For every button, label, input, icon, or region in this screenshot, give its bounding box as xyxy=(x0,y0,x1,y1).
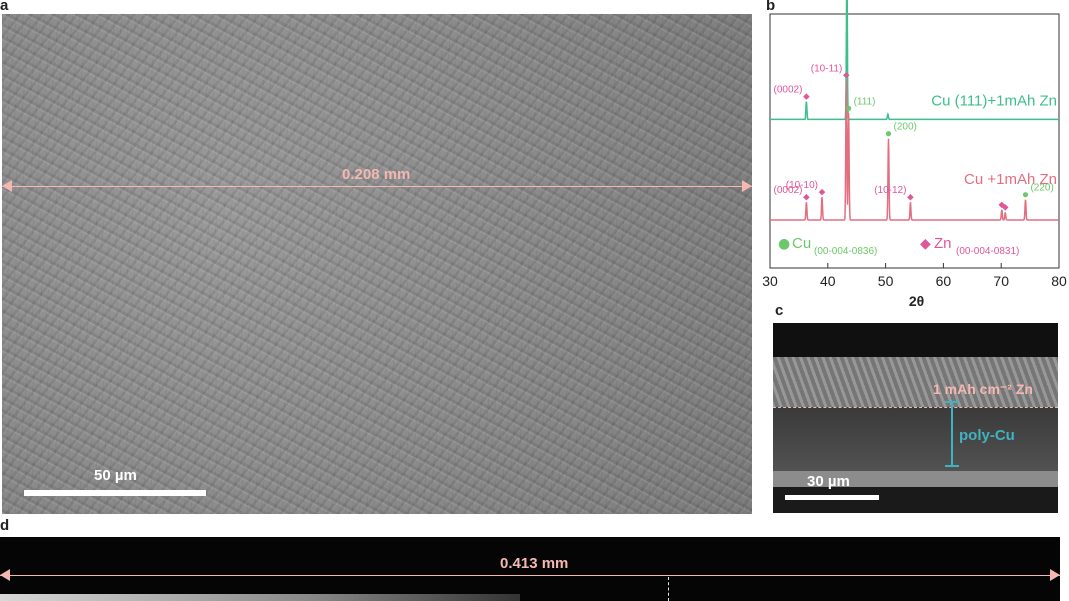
background-bottom xyxy=(773,487,1058,513)
panel-a-letter: a xyxy=(0,0,9,14)
legend-ref: (00-004-0831) xyxy=(956,246,1019,257)
series-name-label: Cu (111)+1mAh Zn xyxy=(931,92,1057,109)
peak-label: (10-10) xyxy=(786,180,818,191)
zn-peak-marker-icon xyxy=(803,193,810,201)
thickness-bar xyxy=(951,401,953,467)
cu-peak-marker-icon xyxy=(1022,192,1029,198)
x-tick-label: 80 xyxy=(1051,273,1067,289)
peak-label: (0002) xyxy=(774,85,803,96)
legend-ref: (00-004-0836) xyxy=(814,246,877,257)
legend-symbol-icon: ● xyxy=(778,236,790,252)
thickness-cap-top xyxy=(945,401,959,403)
measurement-line xyxy=(0,575,1060,576)
x-tick-label: 60 xyxy=(936,273,952,289)
peak-label: (111) xyxy=(854,96,876,107)
legend-name: Zn xyxy=(934,235,952,252)
scale-bar-label: 50 µm xyxy=(94,467,137,484)
x-tick-label: 30 xyxy=(762,273,778,289)
cu-layer xyxy=(773,407,1058,479)
arrow-right-icon xyxy=(1050,569,1060,581)
sem-image-wide: 0.413 mm xyxy=(0,537,1060,601)
cu-peak-marker-icon xyxy=(885,131,892,137)
measurement-line xyxy=(2,186,752,187)
xrd-chart: 30 40 50 60 70 80 2θ Cu (111)+1mAh Zn (0002) (111… xyxy=(762,0,1067,309)
arrow-left-icon xyxy=(2,180,12,192)
legend-name: Cu xyxy=(792,235,811,252)
cu-layer-label: poly-Cu xyxy=(959,427,1015,444)
x-axis-label: 2θ xyxy=(909,293,924,309)
zn-peak-marker-icon xyxy=(818,188,826,196)
legend-symbol-icon: ◆ xyxy=(920,236,931,252)
x-tick-label: 40 xyxy=(820,273,836,289)
plot-frame xyxy=(769,13,1060,269)
scale-bar-label: 30 µm xyxy=(807,473,850,490)
measurement-label: 0.208 mm xyxy=(342,166,411,183)
x-tick-label: 50 xyxy=(878,273,894,289)
sem-image-cross-section: 1 mAh cm⁻² Zn poly-Cu 30 µm xyxy=(773,323,1058,513)
arrow-left-icon xyxy=(0,569,10,581)
scale-bar xyxy=(785,495,879,500)
background-region xyxy=(773,323,1058,361)
thickness-cap-bottom xyxy=(945,465,959,467)
peak-label: (10-12) xyxy=(874,185,906,196)
zn-layer-label: 1 mAh cm⁻² Zn xyxy=(933,381,1033,397)
sem-image-top-view: 0.208 mm 50 µm xyxy=(2,14,752,514)
peak-label: (220) xyxy=(1030,183,1053,194)
interface-line xyxy=(773,407,1058,408)
zn-peak-marker-icon xyxy=(843,72,850,79)
arrow-right-icon xyxy=(742,180,752,192)
panel-d-letter: d xyxy=(0,517,10,534)
peak-label: (200) xyxy=(893,122,916,133)
measurement-label: 0.413 mm xyxy=(500,555,569,572)
sample-edge xyxy=(0,594,520,601)
center-marker xyxy=(668,577,669,601)
scale-bar xyxy=(24,490,206,496)
peak-label: (10-11) xyxy=(811,63,843,74)
zn-peak-marker-icon xyxy=(907,193,914,201)
zn-peak-marker-icon xyxy=(803,93,810,100)
x-tick-label: 70 xyxy=(993,273,1009,289)
cu-peak-marker-icon xyxy=(846,105,852,111)
